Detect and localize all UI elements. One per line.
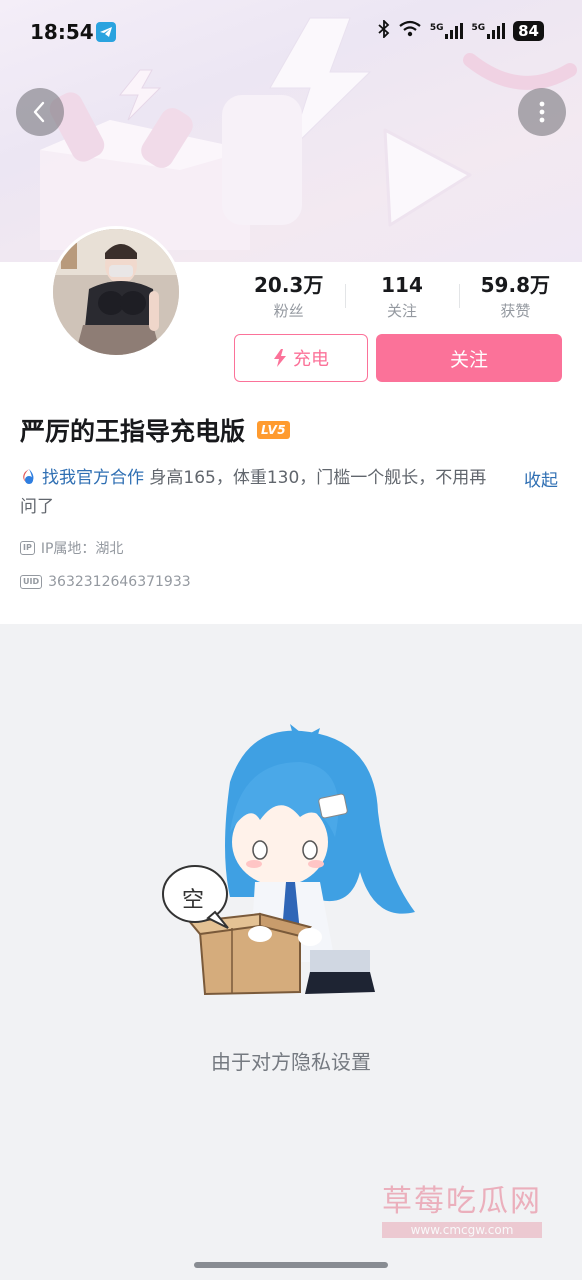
privacy-message: 由于对方隐私设置	[211, 1050, 371, 1074]
status-bar: 18:54 5G 5G 84	[0, 0, 582, 64]
profile-name: 严厉的王指导充电版	[20, 417, 246, 446]
ip-tag-icon: IP	[20, 541, 35, 555]
empty-state-illustration: 空	[160, 722, 422, 1004]
home-indicator[interactable]	[194, 1262, 388, 1268]
wifi-icon	[398, 20, 422, 42]
cooperation-icon	[23, 469, 34, 484]
uid-tag-icon: UID	[20, 575, 43, 589]
signal-icon-2: 5G	[471, 23, 506, 39]
stat-likes[interactable]: 59.8万 获赞	[458, 272, 572, 324]
chevron-left-icon	[33, 101, 45, 123]
stat-label: 关注	[386, 302, 417, 320]
collapse-bio-button[interactable]: 收起	[524, 466, 558, 491]
stat-value: 59.8万	[480, 273, 550, 297]
stat-value: 20.3万	[253, 273, 324, 297]
more-vertical-icon	[539, 101, 545, 123]
avatar[interactable]	[50, 226, 182, 358]
official-cooperation-link[interactable]: 找我官方合作	[20, 468, 144, 488]
stat-fans[interactable]: 20.3万 粉丝	[232, 272, 345, 324]
profile-name-row: 严厉的王指导充电版 LV5	[20, 412, 291, 448]
uid-text: 3632312646371933	[48, 574, 191, 590]
avatar-photo	[53, 229, 179, 355]
watermark-title: 草莓吃瓜网	[382, 1184, 542, 1219]
stat-following[interactable]: 114 关注	[345, 272, 458, 324]
profile-stats: 20.3万 粉丝 114 关注 59.8万 获赞	[232, 272, 572, 324]
bluetooth-icon	[378, 18, 390, 42]
ip-location: IP IP属地：湖北	[20, 538, 123, 558]
profile-bio: 找我官方合作 身高165，体重130，门槛一个舰长，不用再问了	[20, 464, 490, 522]
charge-button[interactable]: 充电	[234, 334, 368, 382]
follow-button[interactable]: 关注	[376, 334, 562, 382]
signal-icon-1: 5G	[430, 23, 464, 39]
stat-label: 获赞	[500, 302, 531, 320]
watermark: 草莓吃瓜网 www.cmcgw.com	[382, 1176, 542, 1238]
battery-indicator: 84	[513, 21, 544, 41]
stat-label: 粉丝	[273, 302, 304, 320]
status-time: 18:54	[30, 20, 94, 44]
back-button[interactable]	[16, 88, 64, 136]
uid-row: UID 3632312646371933	[20, 574, 191, 590]
more-options-button[interactable]	[518, 88, 566, 136]
watermark-url: www.cmcgw.com	[382, 1222, 542, 1238]
lightning-icon	[274, 349, 286, 367]
follow-button-label: 关注	[449, 348, 488, 371]
level-badge: LV5	[257, 421, 291, 439]
stat-value: 114	[381, 273, 423, 297]
telegram-icon	[96, 22, 116, 42]
ip-location-text: IP属地：湖北	[40, 541, 124, 557]
charge-button-label: 充电	[293, 349, 329, 370]
bubble-text: 空	[182, 888, 205, 913]
